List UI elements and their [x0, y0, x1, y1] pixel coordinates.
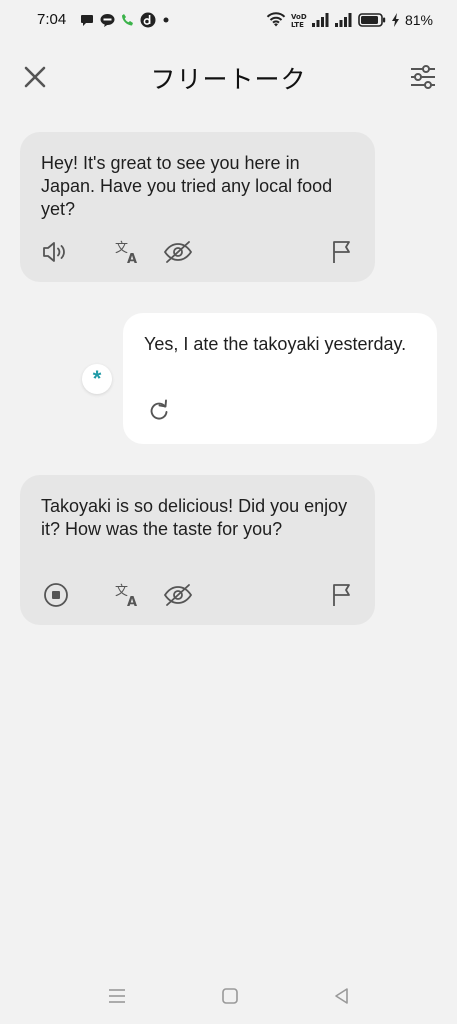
message-actions: 文 A [40, 238, 355, 266]
sliders-icon[interactable] [409, 63, 437, 91]
translate-icon[interactable]: 文 A [114, 581, 142, 609]
message-text: Yes, I ate the takoyaki yesterday. [144, 334, 407, 354]
line-icon [100, 14, 115, 27]
svg-text:VoD: VoD [291, 13, 307, 21]
svg-text:LTE: LTE [291, 21, 304, 28]
eye-off-icon[interactable] [162, 581, 194, 609]
charging-icon [391, 13, 399, 27]
menu-icon[interactable] [106, 985, 128, 1007]
app-bar: フリートーク [0, 50, 457, 100]
message-text: Hey! It's great to see you here in Japan… [41, 153, 333, 219]
eye-off-icon[interactable] [162, 238, 194, 266]
battery-icon [358, 13, 386, 27]
back-icon[interactable] [331, 985, 353, 1007]
status-bar: 7:04 VoD LTE 81% [0, 0, 457, 40]
message-icon [81, 15, 93, 26]
d-app-icon [140, 12, 156, 28]
status-time: 7:04 [37, 11, 67, 28]
stop-icon[interactable] [42, 581, 70, 609]
phone-icon [122, 14, 133, 26]
flag-icon[interactable] [328, 581, 356, 609]
wifi-icon [266, 12, 286, 27]
asterisk-avatar: * [82, 364, 112, 394]
home-icon[interactable] [219, 985, 241, 1007]
user-message-bubble: Yes, I ate the takoyaki yesterday. [123, 313, 437, 444]
signal-icon [311, 13, 329, 27]
assistant-message-bubble: Hey! It's great to see you here in Japan… [20, 132, 375, 282]
svg-text:A: A [127, 252, 137, 266]
translate-icon[interactable]: 文 A [114, 238, 142, 266]
svg-text:A: A [127, 595, 137, 609]
system-icons: VoD LTE 81% [266, 11, 433, 29]
volte-icon: VoD LTE [291, 13, 307, 28]
page-title: フリートーク [150, 66, 307, 94]
notification-icons [80, 11, 170, 29]
system-nav-bar [0, 975, 457, 1024]
battery-percent: 81% [404, 12, 433, 28]
message-actions [143, 397, 417, 425]
flag-icon[interactable] [328, 238, 356, 266]
message-text: Takoyaki is so delicious! Did you enjoy … [41, 496, 348, 539]
speaker-icon[interactable] [40, 238, 68, 266]
dot-icon [163, 17, 169, 23]
assistant-message-bubble: Takoyaki is so delicious! Did you enjoy … [20, 475, 375, 625]
signal-icon [334, 13, 352, 27]
message-actions: 文 A [40, 581, 355, 609]
retry-icon[interactable] [145, 397, 173, 425]
